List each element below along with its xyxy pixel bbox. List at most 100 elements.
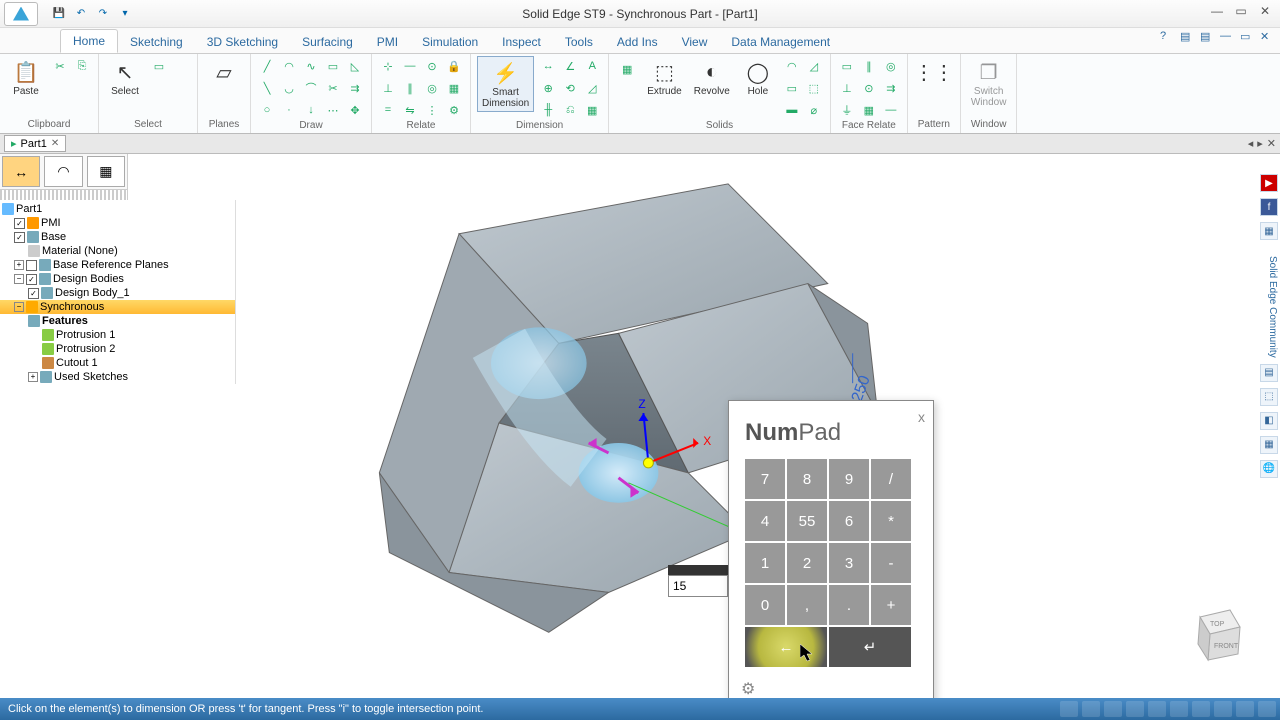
move-icon[interactable]: ✥ — [345, 100, 365, 120]
dim-attach-icon[interactable]: ⎌ — [560, 100, 580, 120]
save-icon[interactable]: 💾 — [50, 5, 68, 23]
status-icon-5[interactable] — [1148, 701, 1166, 717]
dim-auto-icon[interactable]: ⟲ — [560, 78, 580, 98]
curve-icon[interactable]: ∿ — [301, 56, 321, 76]
dim-axis-icon[interactable]: ╫ — [538, 100, 558, 120]
thread-icon[interactable]: ⌀ — [804, 100, 824, 120]
ribbon-min-icon[interactable]: — — [1220, 30, 1236, 46]
redo-icon[interactable]: ↷ — [94, 5, 112, 23]
feature-tree[interactable]: Part1 ✓PMI ✓Base Material (None) +Base R… — [0, 200, 236, 384]
status-icon-2[interactable] — [1082, 701, 1100, 717]
doc-tab-part1[interactable]: ▸Part1✕ — [4, 135, 66, 152]
dim-chamfer-icon[interactable]: ◿ — [582, 78, 602, 98]
rect-icon[interactable]: ▭ — [323, 56, 343, 76]
key-0[interactable]: 0 — [745, 585, 785, 625]
key-minus[interactable]: - — [871, 543, 911, 583]
key-4[interactable]: 4 — [745, 501, 785, 541]
concentric-icon[interactable]: ◎ — [422, 78, 442, 98]
relate-opt-icon[interactable]: ⚙ — [444, 100, 464, 120]
hole-button[interactable]: ◯Hole — [738, 56, 778, 99]
thin-icon[interactable]: ▭ — [782, 78, 802, 98]
key-enter[interactable]: ↵ — [829, 627, 911, 667]
key-multiply[interactable]: * — [871, 501, 911, 541]
tangent-icon[interactable]: ⊙ — [422, 56, 442, 76]
tab-inspect[interactable]: Inspect — [490, 31, 553, 53]
face-coincident-icon[interactable]: ▭ — [837, 56, 857, 76]
revolve-button[interactable]: ◐Revolve — [690, 56, 734, 99]
numpad-close-icon[interactable]: x — [918, 409, 925, 425]
undo-icon[interactable]: ↶ — [72, 5, 90, 23]
key-period[interactable]: . — [829, 585, 869, 625]
youtube-icon[interactable]: ▶ — [1260, 174, 1278, 192]
symmetric-icon[interactable]: ⇋ — [400, 100, 420, 120]
planes-button[interactable]: ▱ — [204, 56, 244, 88]
dim-distance-icon[interactable]: ↔ — [538, 56, 558, 76]
dim-text-icon[interactable]: A — [582, 56, 602, 76]
circle-icon[interactable]: ○ — [257, 100, 277, 120]
key-1[interactable]: 1 — [745, 543, 785, 583]
parallel-icon[interactable]: ∥ — [400, 78, 420, 98]
numpad-settings-icon[interactable]: ⚙ — [741, 681, 755, 698]
tab-surfacing[interactable]: Surfacing — [290, 31, 365, 53]
close-doc-icon[interactable]: ✕ — [51, 138, 59, 149]
status-icon-3[interactable] — [1104, 701, 1122, 717]
project-icon[interactable]: ↓ — [301, 100, 321, 120]
chamfer-icon[interactable]: ◺ — [345, 56, 365, 76]
trim-icon[interactable]: ✂ — [323, 78, 343, 98]
side-tool2-icon[interactable]: ▤ — [1260, 364, 1278, 382]
maximize-button[interactable]: ▭ — [1230, 2, 1252, 20]
switch-window-button[interactable]: ❐Switch Window — [967, 56, 1011, 110]
rigid-icon[interactable]: ▦ — [444, 78, 464, 98]
facebook-icon[interactable]: f — [1260, 198, 1278, 216]
tool-dimension-icon[interactable]: ↔ — [2, 156, 40, 187]
face-ground-icon[interactable]: ⏚ — [837, 100, 857, 120]
ribbon-close-icon[interactable]: ✕ — [1260, 30, 1276, 46]
key-2[interactable]: 2 — [787, 543, 827, 583]
fillet-icon[interactable]: ⌒ — [301, 78, 321, 98]
status-icon-6[interactable] — [1170, 701, 1188, 717]
copy-icon[interactable]: ⎘ — [72, 56, 92, 76]
arc-icon[interactable]: ◠ — [279, 56, 299, 76]
lock-icon[interactable]: 🔒 — [444, 56, 464, 76]
key-3[interactable]: 3 — [829, 543, 869, 583]
side-tool6-icon[interactable]: 🌐 — [1260, 460, 1278, 478]
ribbon-opt-icon[interactable]: ▤ — [1180, 30, 1196, 46]
round-icon[interactable]: ◠ — [782, 56, 802, 76]
minimize-button[interactable]: — — [1206, 2, 1228, 20]
key-comma[interactable]: , — [787, 585, 827, 625]
tab-sketching[interactable]: Sketching — [118, 31, 195, 53]
pattern-button[interactable]: ⋮⋮ — [914, 56, 954, 88]
face-perpendicular-icon[interactable]: ⊥ — [837, 78, 857, 98]
key-9[interactable]: 9 — [829, 459, 869, 499]
shell-icon[interactable]: ⬚ — [804, 78, 824, 98]
point-icon[interactable]: · — [279, 100, 299, 120]
tab-simulation[interactable]: Simulation — [410, 31, 490, 53]
key-divide[interactable]: / — [871, 459, 911, 499]
select-opt-icon[interactable]: ▭ — [149, 56, 169, 76]
tab-home[interactable]: Home — [60, 29, 118, 53]
side-tool4-icon[interactable]: ◧ — [1260, 412, 1278, 430]
face-tangent-icon[interactable]: ⊙ — [859, 78, 879, 98]
status-icon-4[interactable] — [1126, 701, 1144, 717]
key-backspace[interactable]: ← — [745, 627, 827, 667]
arc2-icon[interactable]: ◡ — [279, 78, 299, 98]
face-parallel-icon[interactable]: ∥ — [859, 56, 879, 76]
dimension-input-box[interactable] — [668, 565, 728, 597]
status-icon-10[interactable] — [1258, 701, 1276, 717]
rib-icon[interactable]: ▬ — [782, 100, 802, 120]
close-button[interactable]: ✕ — [1254, 2, 1276, 20]
face-concentric-icon[interactable]: ◎ — [881, 56, 901, 76]
tool-region-icon[interactable]: ▦ — [87, 156, 125, 187]
line-icon[interactable]: ╱ — [257, 56, 277, 76]
ribbon-max-icon[interactable]: ▭ — [1240, 30, 1256, 46]
tab-tools[interactable]: Tools — [553, 31, 605, 53]
collinear-icon[interactable]: ⋮ — [422, 100, 442, 120]
solids-dropdown-icon[interactable]: ▦ — [615, 56, 639, 82]
doc-nav-close-icon[interactable]: ✕ — [1267, 137, 1276, 150]
doc-nav-prev-icon[interactable]: ◂ — [1248, 137, 1254, 150]
cut-icon[interactable]: ✂ — [50, 56, 70, 76]
status-icon-7[interactable] — [1192, 701, 1210, 717]
doc-nav-next-icon[interactable]: ▸ — [1257, 137, 1263, 150]
side-tool1-icon[interactable]: ▦ — [1260, 222, 1278, 240]
side-tool5-icon[interactable]: ▦ — [1260, 436, 1278, 454]
